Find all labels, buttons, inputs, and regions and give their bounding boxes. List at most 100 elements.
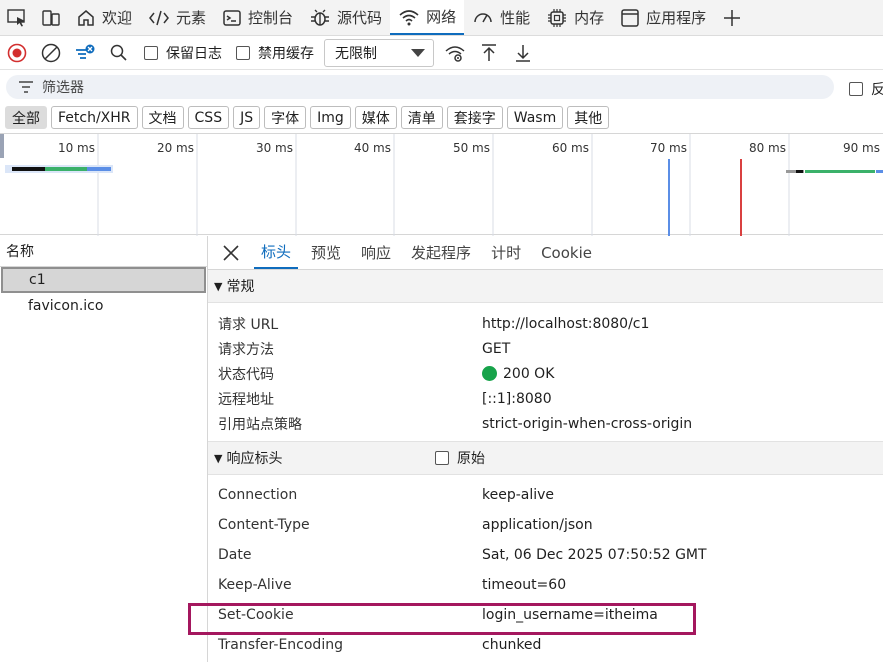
search-button[interactable]: [102, 36, 136, 70]
column-header-name[interactable]: 名称: [0, 236, 207, 267]
timeline-tick: 40 ms: [354, 141, 391, 155]
header-key: Content-Type: [218, 517, 310, 533]
chip-socket[interactable]: 套接字: [446, 106, 503, 129]
header-value: application/json: [482, 517, 593, 533]
filter-placeholder: 筛选器: [42, 80, 84, 96]
header-value: keep-alive: [482, 487, 555, 503]
tab-timing[interactable]: 计时: [484, 236, 528, 269]
chip-img[interactable]: Img: [310, 106, 351, 129]
header-value: strict-origin-when-cross-origin: [482, 415, 693, 432]
disable-cache-label: 禁用缓存: [258, 45, 314, 62]
header-key: 请求方法: [218, 341, 274, 358]
timeline-tick: 90 ms: [843, 141, 880, 155]
device-emulation-icon[interactable]: [34, 0, 68, 35]
header-key: Transfer-Encoding: [218, 637, 343, 653]
tab-application[interactable]: 应用程序: [612, 0, 714, 35]
request-bar-2-start: [796, 170, 803, 173]
throttling-select[interactable]: 无限制: [324, 38, 434, 67]
tab-label: 源代码: [337, 9, 383, 27]
header-value: [::1]:8080: [482, 390, 552, 407]
chip-css[interactable]: CSS: [187, 106, 230, 129]
tab-label: 网络: [426, 8, 457, 26]
devtools-tabbar: 欢迎 元素 控制台 源代码 网络 性能 内存 应用程序: [0, 0, 883, 36]
chip-js[interactable]: JS: [233, 106, 261, 129]
chip-font[interactable]: 字体: [264, 106, 307, 129]
tab-label: 内存: [574, 9, 605, 27]
network-overview-timeline[interactable]: 10 ms 20 ms 30 ms 40 ms 50 ms 60 ms 70 m…: [0, 133, 883, 236]
code-icon: [149, 10, 169, 25]
domcontentloaded-line: [668, 159, 670, 236]
network-conditions-button[interactable]: [438, 36, 472, 70]
request-bar-2-content: [876, 170, 883, 173]
invert-checkbox[interactable]: 反: [849, 79, 883, 99]
checkbox-box[interactable]: [144, 45, 158, 60]
upload-icon: [482, 43, 496, 61]
inspect-element-icon[interactable]: [0, 0, 34, 35]
tab-headers[interactable]: 标头: [254, 236, 299, 269]
timeline-tick: 60 ms: [552, 141, 589, 155]
search-icon: [110, 44, 127, 61]
tab-performance[interactable]: 性能: [464, 0, 538, 35]
filter-input[interactable]: 筛选器: [6, 75, 834, 99]
chip-icon: [548, 8, 567, 27]
response-headers-section-header[interactable]: ▼ 响应标头 原始: [208, 442, 883, 475]
chevron-down-icon: [411, 48, 425, 57]
timeline-tick: 70 ms: [650, 141, 687, 155]
resource-type-filters: 全部 Fetch/XHR 文档 CSS JS 字体 Img 媒体 清单 套接字 …: [5, 106, 610, 130]
header-key: Set-Cookie: [218, 607, 294, 623]
tab-label: 控制台: [248, 9, 294, 27]
request-name: c1: [29, 272, 46, 288]
expand-triangle-icon: ▼: [214, 279, 223, 293]
checkbox-box[interactable]: [435, 451, 449, 465]
request-row-favicon[interactable]: favicon.ico: [0, 293, 207, 319]
wifi-settings-icon: [445, 45, 465, 62]
chip-fetch-xhr[interactable]: Fetch/XHR: [51, 106, 138, 129]
checkbox-box[interactable]: [849, 82, 863, 96]
request-row-c1[interactable]: c1: [1, 267, 206, 293]
request-detail-pane: 标头 预览 响应 发起程序 计时 Cookie ▼ 常规 请求 URL http…: [208, 236, 883, 662]
general-section: 请求 URL http://localhost:8080/c1 请求方法 GET…: [208, 303, 883, 442]
tab-network[interactable]: 网络: [390, 0, 465, 35]
tab-label: 欢迎: [102, 9, 133, 27]
tab-initiator[interactable]: 发起程序: [404, 236, 478, 269]
tab-console[interactable]: 控制台: [214, 0, 301, 35]
preserve-log-checkbox[interactable]: 保留日志: [144, 43, 222, 63]
general-section-header[interactable]: ▼ 常规: [208, 270, 883, 303]
filter-toggle-button[interactable]: [68, 36, 102, 70]
tab-label: 性能: [500, 9, 531, 27]
disable-cache-checkbox[interactable]: 禁用缓存: [236, 43, 314, 63]
expand-triangle-icon: ▼: [214, 451, 223, 465]
add-tool-button[interactable]: [714, 0, 750, 35]
chip-all[interactable]: 全部: [5, 106, 47, 129]
tab-label: 元素: [176, 9, 207, 27]
response-headers-title: 响应标头: [226, 451, 283, 467]
tab-sources[interactable]: 源代码: [301, 0, 390, 35]
timeline-tick: 20 ms: [157, 141, 194, 155]
chip-wasm[interactable]: Wasm: [506, 106, 564, 129]
raw-headers-checkbox[interactable]: 原始: [435, 448, 485, 468]
export-har-button[interactable]: [506, 36, 540, 70]
tab-elements[interactable]: 元素: [140, 0, 214, 35]
header-value: Sat, 06 Dec 2025 07:50:52 GMT: [482, 547, 707, 563]
chip-manifest[interactable]: 清单: [400, 106, 443, 129]
clear-button[interactable]: [34, 36, 68, 70]
tab-response[interactable]: 响应: [354, 236, 398, 269]
tab-memory[interactable]: 内存: [538, 0, 612, 35]
header-key: 引用站点策略: [218, 416, 302, 433]
import-har-button[interactable]: [472, 36, 506, 70]
tab-welcome[interactable]: 欢迎: [68, 0, 140, 35]
tab-label: 应用程序: [646, 9, 707, 27]
chip-other[interactable]: 其他: [567, 106, 610, 129]
tab-cookies[interactable]: Cookie: [534, 236, 599, 269]
raw-label: 原始: [457, 451, 485, 467]
header-value: GET: [482, 340, 511, 357]
record-button[interactable]: [0, 36, 34, 70]
checkbox-box[interactable]: [236, 45, 250, 60]
detail-tabs: 标头 预览 响应 发起程序 计时 Cookie: [208, 236, 883, 270]
header-key: 请求 URL: [218, 316, 279, 333]
chip-media[interactable]: 媒体: [354, 106, 397, 129]
close-detail-button[interactable]: [208, 236, 254, 269]
tab-preview[interactable]: 预览: [304, 236, 348, 269]
chip-doc[interactable]: 文档: [141, 106, 184, 129]
general-row: 状态代码 200 OK: [208, 361, 883, 386]
